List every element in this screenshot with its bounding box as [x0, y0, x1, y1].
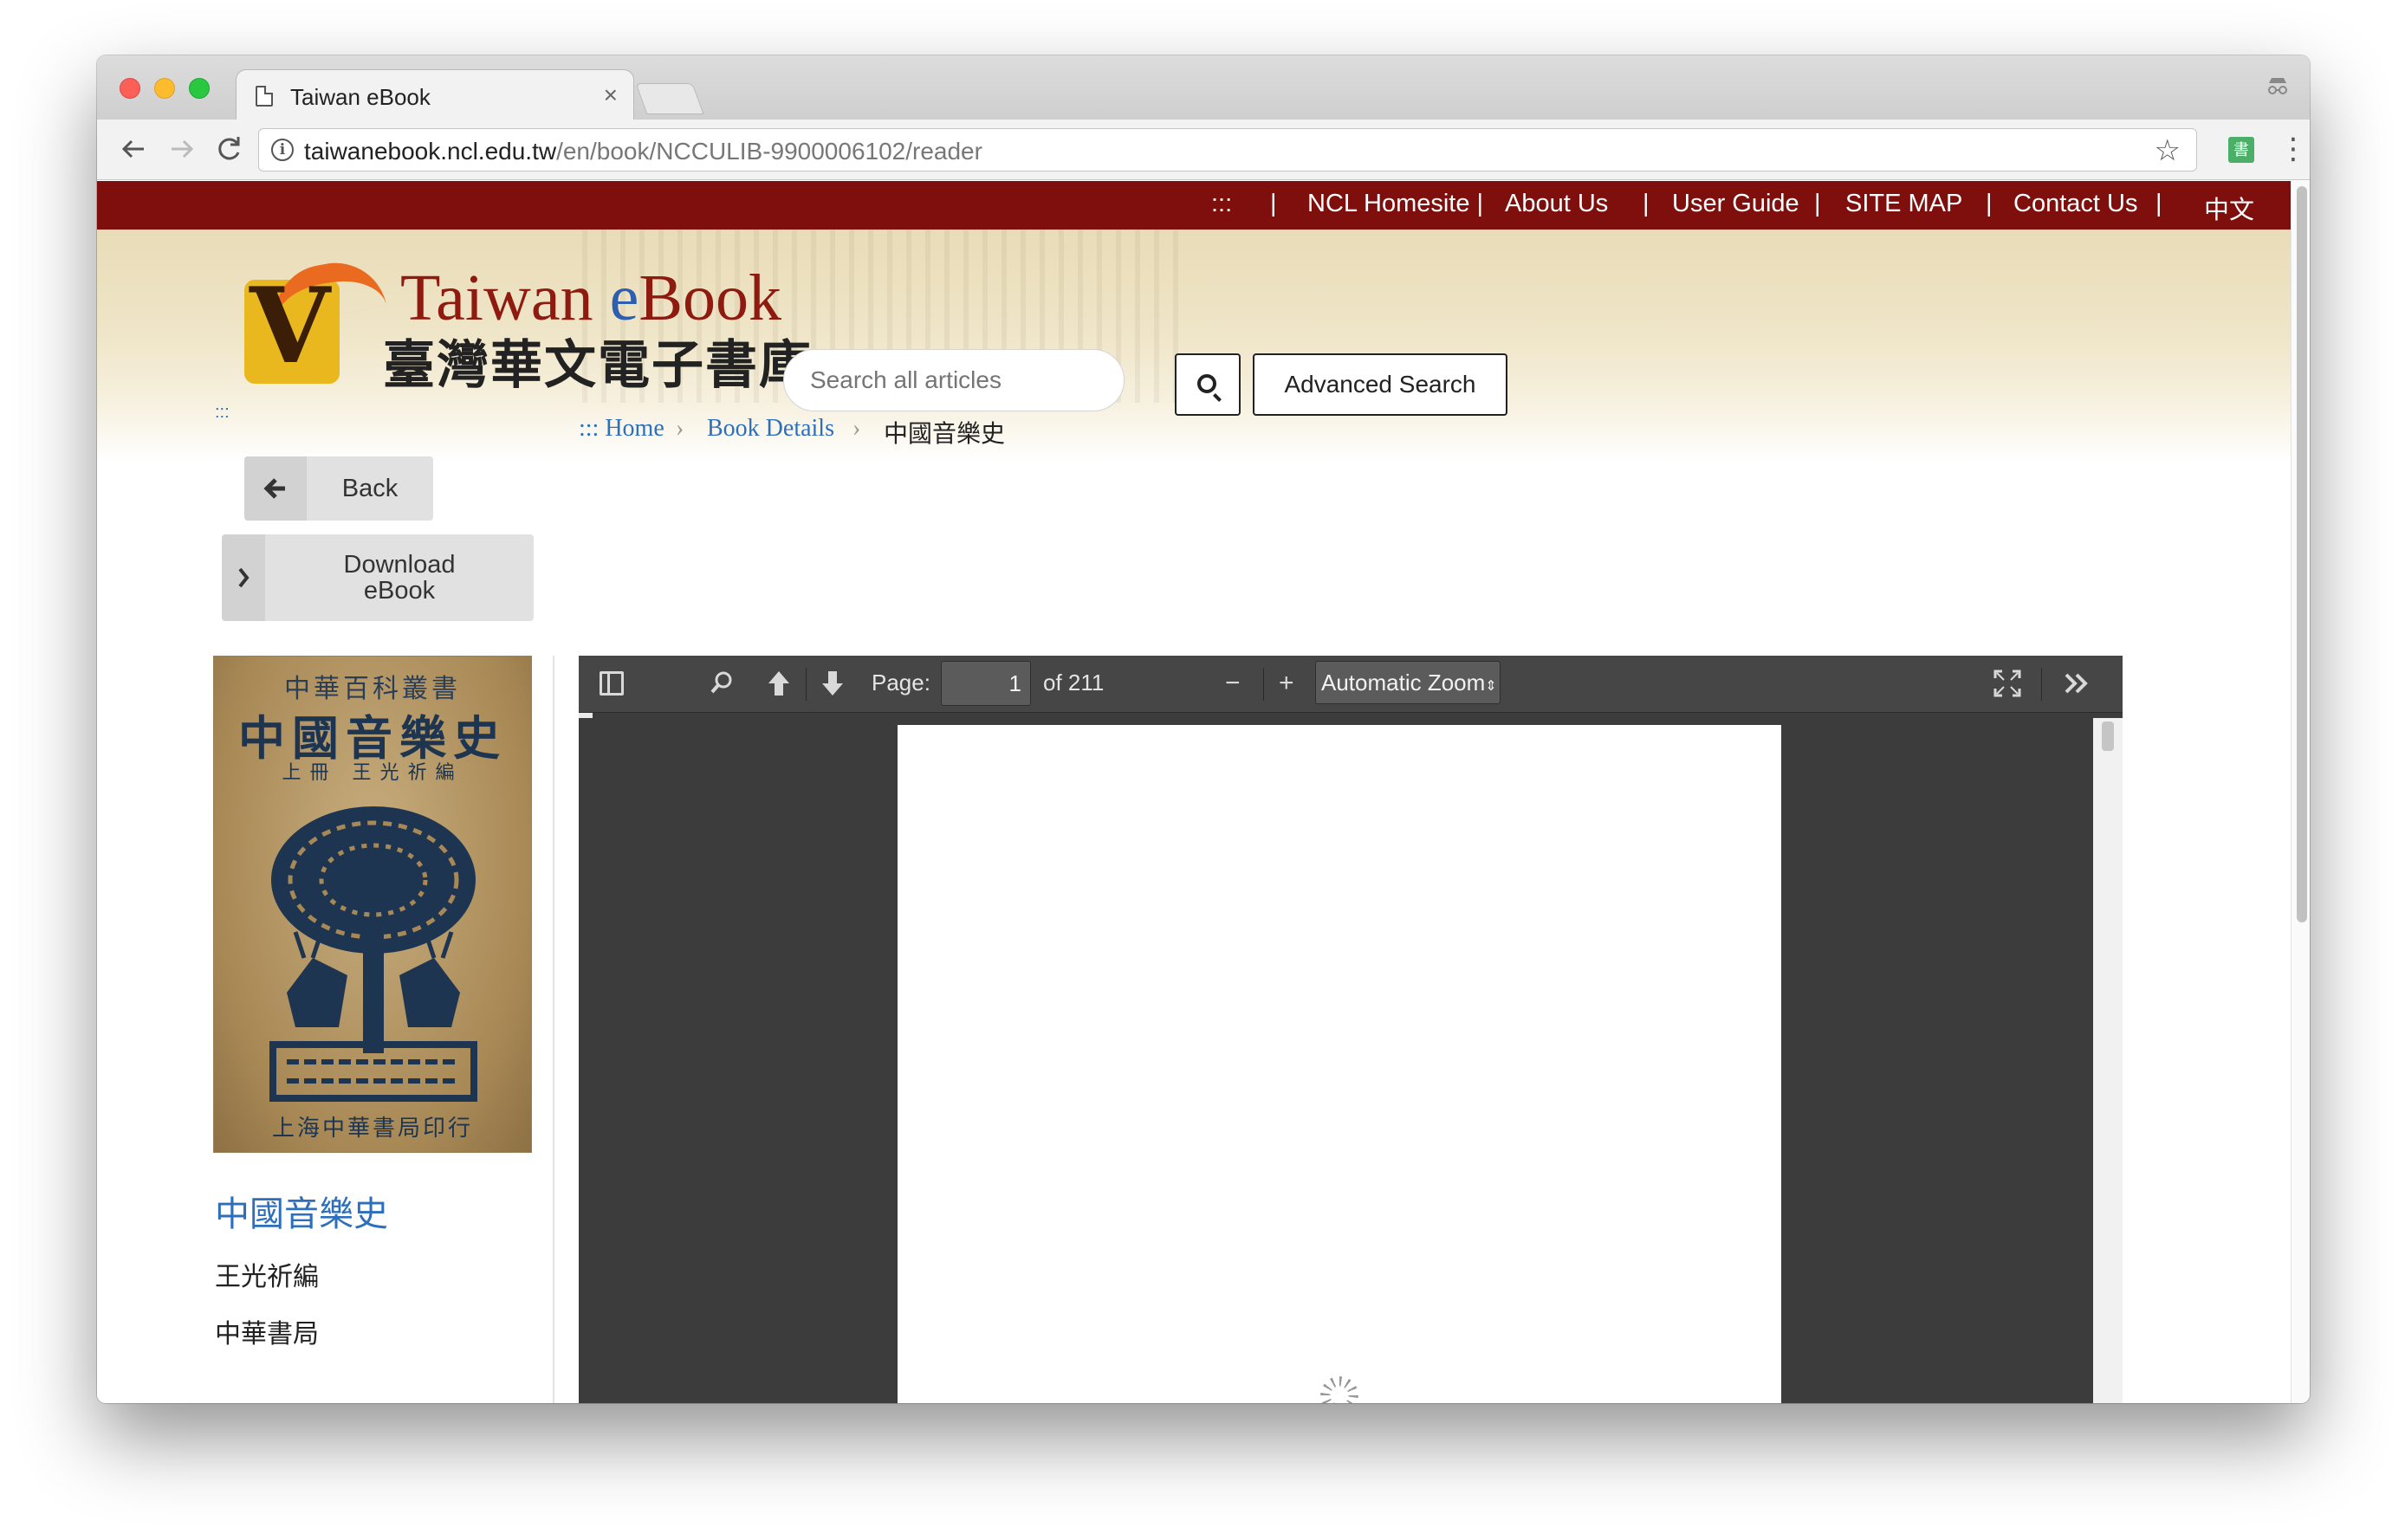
bookmark-star-icon[interactable]: ☆: [2155, 133, 2181, 168]
toolbar-divider: [806, 668, 807, 701]
topnav-chinese-language[interactable]: 中文: [2204, 190, 2254, 226]
breadcrumb-current: 中國音樂史: [884, 419, 1006, 448]
cover-publisher: 上海中華書局印行: [271, 1116, 473, 1142]
reload-icon[interactable]: [213, 130, 244, 177]
cover-volume-editor: 上冊 王光祈編: [214, 757, 531, 785]
logo-chinese-text: 臺灣華文電子書庫: [383, 335, 813, 396]
search-button[interactable]: [1175, 353, 1241, 416]
zoom-value: Automatic Zoom: [1321, 670, 1486, 696]
url-host: taiwanebook.ncl.edu.tw: [304, 138, 557, 165]
page-viewport: ::: | NCL Homesite | About Us | User Gui…: [97, 181, 2291, 1403]
search-icon: [1197, 374, 1216, 393]
topnav-separator: |: [2155, 190, 2162, 217]
topnav-menu-dots[interactable]: :::: [1211, 190, 1232, 218]
sidebar-toggle-icon[interactable]: [600, 671, 624, 696]
loading-spinner-icon: [1320, 1376, 1358, 1403]
download-label-line2: eBook: [363, 577, 436, 605]
pdf-viewer: Page: 1 of 211 − + Automatic Zoom⇕: [579, 656, 2123, 1403]
zoom-select[interactable]: Automatic Zoom⇕: [1315, 661, 1501, 704]
search-input[interactable]: [783, 349, 1125, 411]
back-button[interactable]: Back: [244, 456, 433, 521]
cover-volume: 上冊: [282, 762, 338, 784]
tab-close-icon[interactable]: ×: [604, 81, 618, 109]
book-cover-image: 中華百科叢書 中國音樂史 上冊 王光祈編 上海中華書局印行: [213, 656, 532, 1153]
browser-toolbar: i taiwanebook.ncl.edu.tw/en/book/NCCULIB…: [97, 120, 2310, 180]
topnav-site-map[interactable]: SITE MAP: [1845, 190, 1962, 218]
loading-progress-bar: [579, 713, 593, 718]
pdf-scrollbar-thumb[interactable]: [2102, 721, 2114, 751]
find-icon[interactable]: [709, 668, 735, 707]
incognito-icon: [2265, 73, 2291, 106]
pdf-toolbar: Page: 1 of 211 − + Automatic Zoom⇕: [579, 656, 2123, 713]
info-icon[interactable]: i: [271, 139, 294, 161]
column-divider: [553, 656, 554, 1403]
zoom-out-icon[interactable]: −: [1225, 668, 1241, 699]
select-arrows-icon: ⇕: [1485, 679, 1497, 694]
topnav-user-guide[interactable]: User Guide: [1672, 190, 1799, 218]
topnav-separator: |: [1986, 190, 1993, 217]
pdf-page[interactable]: [898, 725, 1781, 1403]
breadcrumb-separator: ›: [852, 415, 861, 442]
address-bar[interactable]: i taiwanebook.ncl.edu.tw/en/book/NCCULIB…: [258, 128, 2197, 171]
topnav-contact-us[interactable]: Contact Us: [2013, 190, 2137, 218]
page-number-input[interactable]: 1: [941, 661, 1031, 706]
document-icon: [256, 86, 273, 107]
topnav-separator: |: [1643, 190, 1650, 217]
next-page-icon[interactable]: [820, 668, 846, 707]
topnav-separator: |: [1814, 190, 1821, 217]
advanced-search-button[interactable]: Advanced Search: [1253, 353, 1507, 416]
download-label: Download eBook: [265, 552, 534, 604]
browser-window: Taiwan eBook × i taiwanebook.ncl.edu.tw/…: [97, 55, 2310, 1403]
pdf-scrollbar[interactable]: [2093, 718, 2123, 1403]
book-author: 王光祈編: [215, 1262, 319, 1292]
page-scrollbar[interactable]: [2291, 181, 2310, 1403]
minimize-window-button[interactable]: [154, 78, 175, 99]
top-navigation-bar: ::: | NCL Homesite | About Us | User Gui…: [97, 181, 2291, 230]
chevron-right-icon: [222, 534, 265, 621]
zoom-in-icon[interactable]: +: [1279, 668, 1294, 699]
breadcrumb-home[interactable]: ::: Home: [579, 415, 664, 443]
topnav-separator: |: [1270, 190, 1277, 217]
toolbar-divider: [2041, 668, 2042, 701]
browser-menu-icon[interactable]: ⋮: [2279, 130, 2308, 168]
url-path: /en/book/NCCULIB-9900006102/reader: [556, 138, 982, 165]
new-tab-button[interactable]: [635, 83, 704, 114]
breadcrumb-separator: ›: [676, 415, 684, 442]
download-label-line1: Download: [343, 551, 456, 579]
cover-editor: 王光祈編: [352, 762, 463, 784]
header-banner: V Taiwan eBook 臺灣華文電子書庫 Advanced Search: [97, 230, 2291, 463]
close-window-button[interactable]: [120, 78, 140, 99]
download-ebook-button[interactable]: Download eBook: [222, 534, 534, 621]
page-total: of 211: [1043, 670, 1105, 696]
browser-tab[interactable]: Taiwan eBook ×: [236, 69, 634, 121]
sidebar-menu-dots[interactable]: :::: [215, 403, 230, 423]
breadcrumb-book-details[interactable]: Book Details: [707, 415, 834, 443]
tools-double-chevron-icon[interactable]: [2062, 668, 2091, 707]
url-text: taiwanebook.ncl.edu.tw/en/book/NCCULIB-9…: [304, 138, 982, 165]
fullscreen-icon[interactable]: [1993, 668, 2022, 707]
back-arrow-icon[interactable]: [118, 130, 149, 177]
topnav-ncl-homesite[interactable]: NCL Homesite |: [1307, 190, 1483, 218]
arrow-left-icon: [244, 456, 307, 521]
cover-tree-deer-illustration: [269, 806, 477, 1102]
zoom-window-button[interactable]: [189, 78, 210, 99]
page-scrollbar-thumb[interactable]: [2297, 186, 2307, 922]
toolbar-divider: [1263, 668, 1264, 701]
previous-page-icon[interactable]: [766, 668, 792, 707]
book-title-link[interactable]: 中國音樂史: [215, 1186, 388, 1236]
book-publisher: 中華書局: [215, 1319, 319, 1349]
back-label: Back: [341, 475, 399, 502]
forward-arrow-icon[interactable]: [166, 130, 198, 177]
tab-strip: Taiwan eBook ×: [97, 55, 2310, 121]
tab-title: Taiwan eBook: [290, 84, 431, 110]
page-label: Page:: [872, 670, 930, 696]
topnav-about-us[interactable]: About Us: [1505, 190, 1608, 218]
logo-v-icon: V: [250, 265, 331, 387]
extension-icon[interactable]: 書: [2228, 137, 2254, 163]
